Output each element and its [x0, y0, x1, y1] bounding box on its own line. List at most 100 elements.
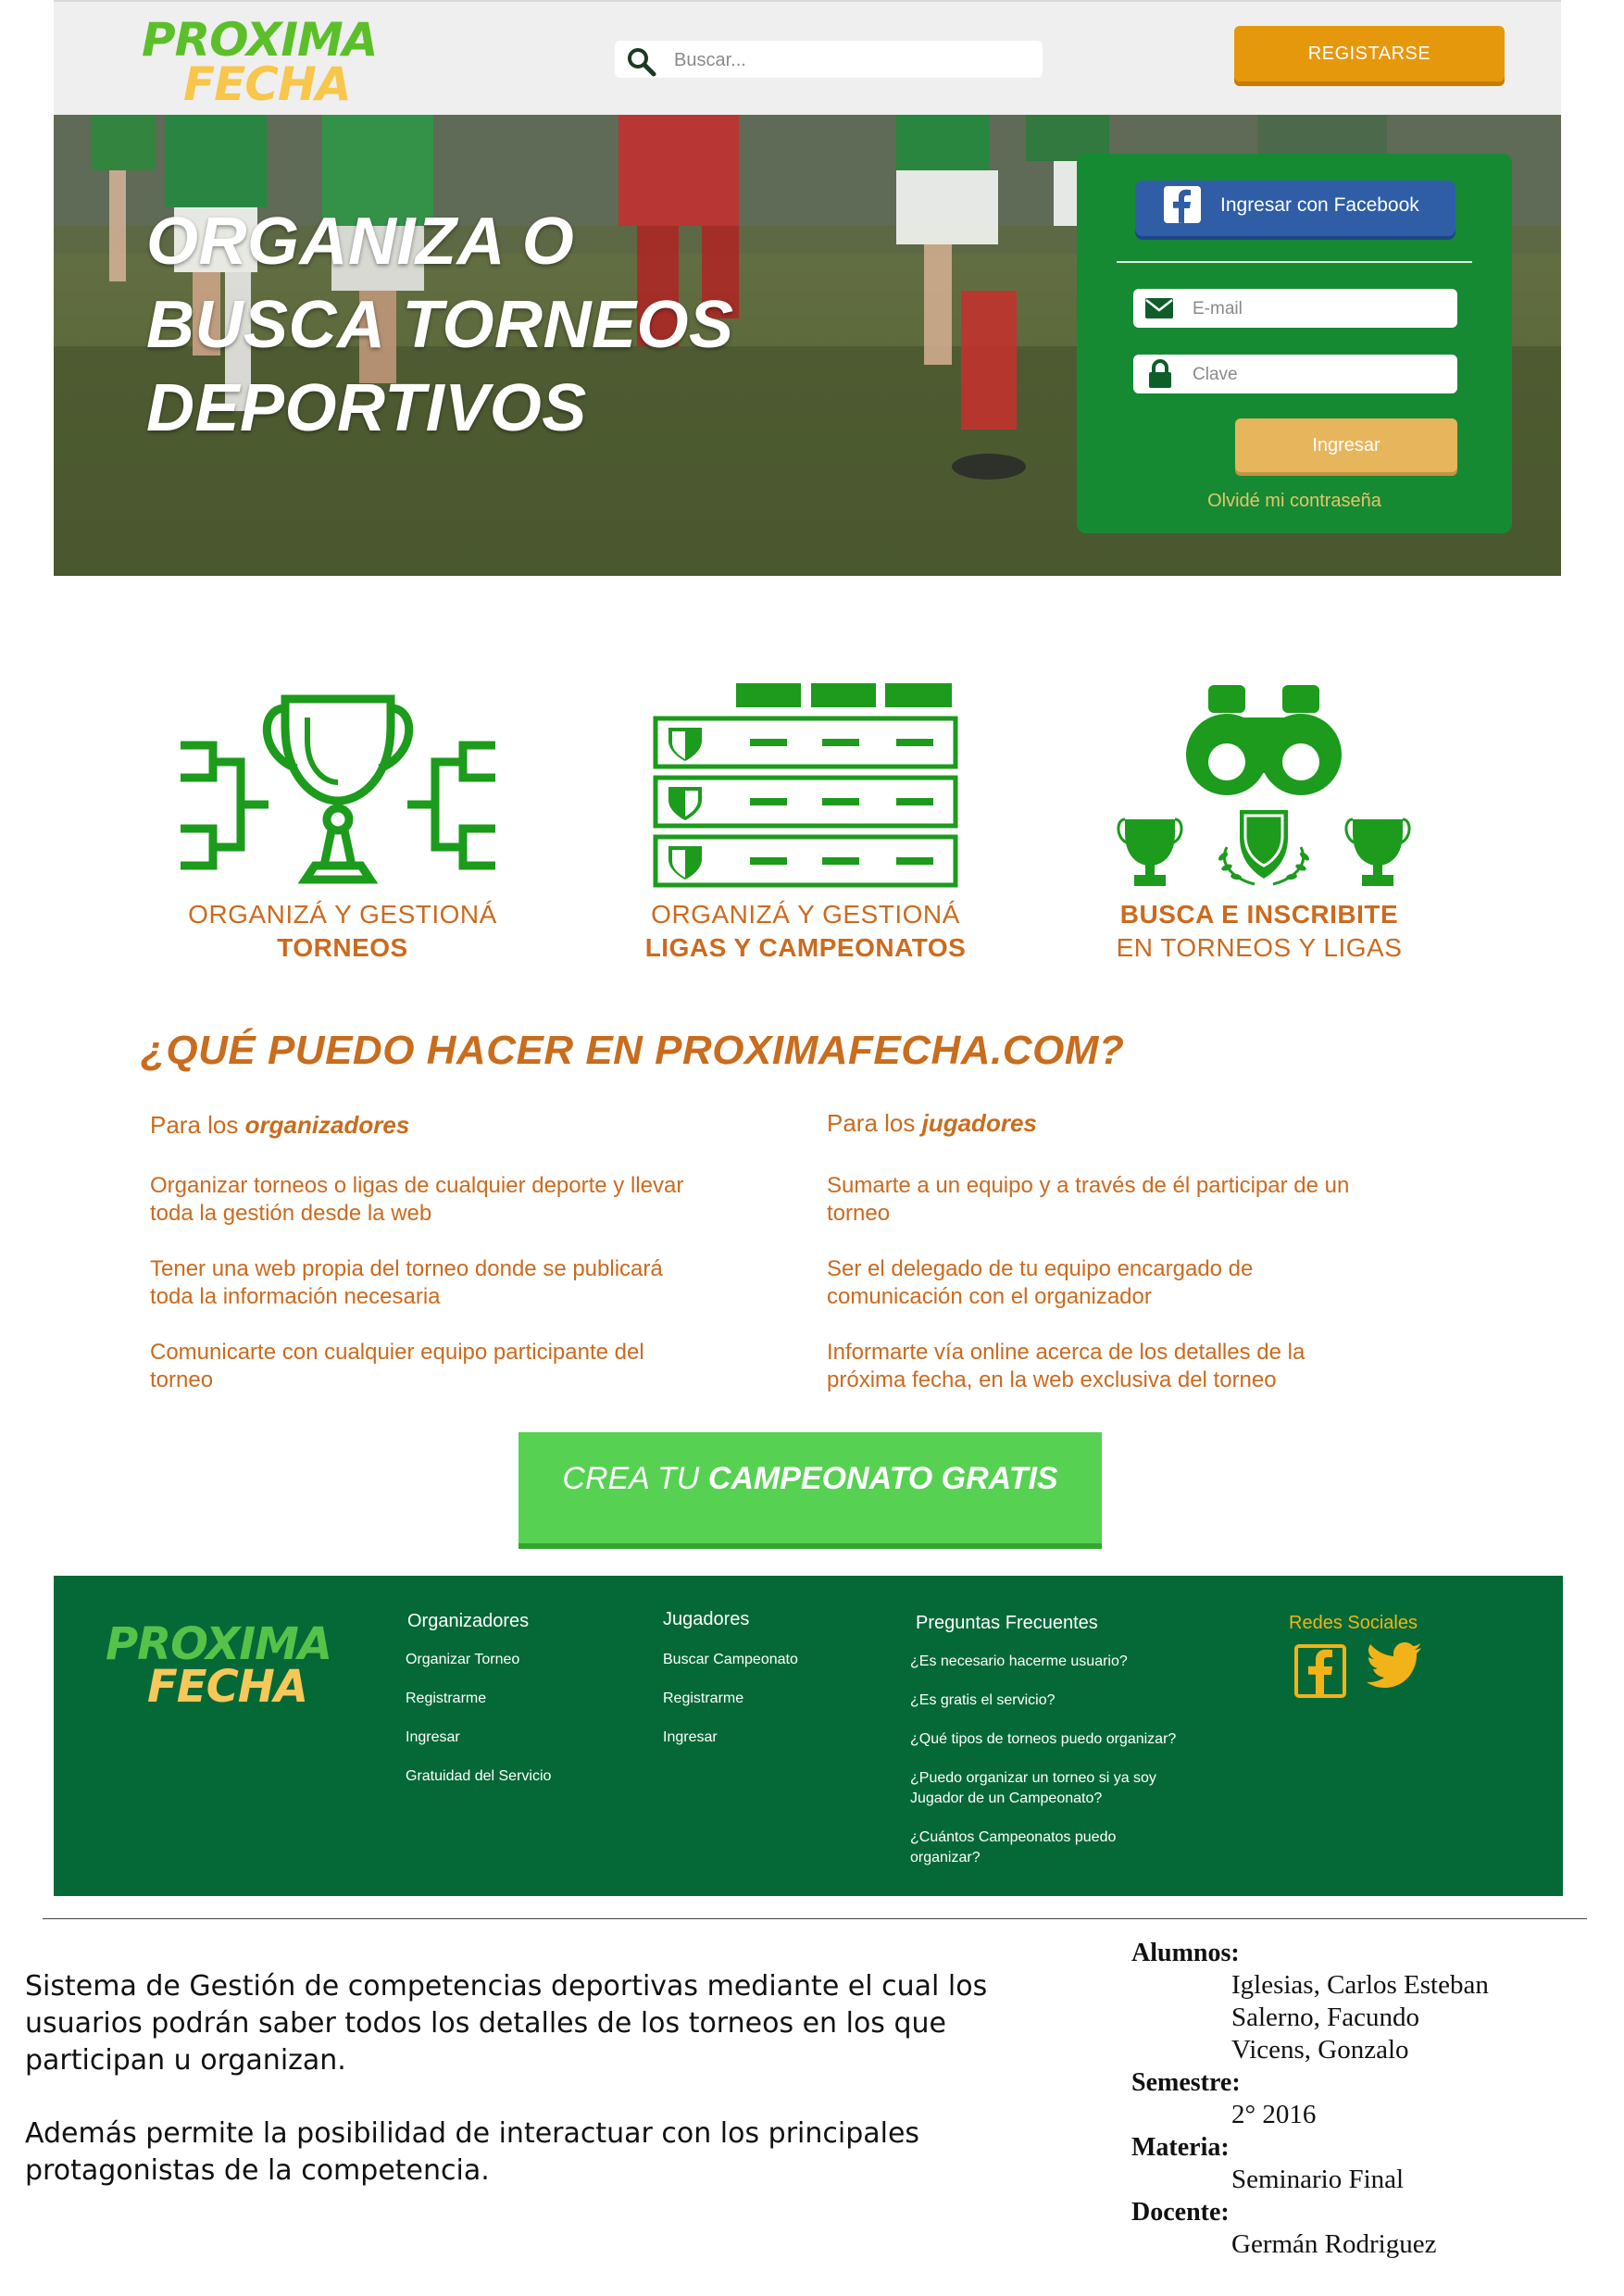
footer-logo[interactable]: PROXIMA FECHA — [106, 1618, 332, 1713]
envelope-icon — [1145, 298, 1173, 318]
footer-link[interactable]: Ingresar — [663, 1728, 718, 1748]
cta-emph: CAMPEONATO GRATIS — [707, 1461, 1058, 1496]
faq-link[interactable]: ¿Cuántos Campeonatos puedo organizar? — [910, 1828, 1116, 1868]
description-line: Además permite la posibilidad de interac… — [25, 2117, 920, 2150]
feature-line: TORNEOS — [277, 933, 408, 962]
facebook-icon[interactable] — [1294, 1644, 1346, 1698]
feature-line: BUSCA E INSCRIBITE — [1119, 900, 1399, 929]
league-table-icon — [653, 683, 958, 888]
item-line: torneo — [150, 1367, 214, 1392]
faq-line: ¿Cuántos Campeonatos puedo — [910, 1829, 1117, 1845]
organizers-item: Tener una web propia del torneo donde se… — [150, 1255, 752, 1311]
logo-line2: FECHA — [183, 57, 352, 111]
register-button[interactable]: REGISTARSE — [1234, 26, 1505, 81]
footer-link[interactable]: Registrarme — [406, 1689, 486, 1709]
facebook-login-label: Ingresar con Facebook — [1220, 194, 1419, 216]
search-icon[interactable] — [626, 46, 657, 78]
feature-search: BUSCA E INSCRIBITE EN TORNEOS Y LIGAS — [1060, 898, 1458, 965]
faq-link[interactable]: ¿Es necesario hacerme usuario? — [910, 1652, 1128, 1672]
item-line: Informarte vía online acerca de los deta… — [827, 1340, 1305, 1365]
item-line: próxima fecha, en la web exclusiva del t… — [827, 1367, 1277, 1392]
faq-line: ¿Es necesario hacerme usuario? — [910, 1653, 1128, 1669]
organizers-title: Para los organizadores — [150, 1111, 409, 1140]
teacher-value: Germán Rodriguez — [1231, 2229, 1437, 2259]
hero-title-line: DEPORTIVOS — [146, 371, 587, 445]
subject-label: Materia: — [1131, 2133, 1230, 2162]
hero-title-line: BUSCA TORNEOS — [146, 288, 734, 362]
description-line: protagonistas de la competencia. — [25, 2154, 490, 2187]
project-description-extra: Además permite la posibilidad de interac… — [25, 2115, 1071, 2190]
faq-link[interactable]: ¿Puedo organizar un torneo si ya soy Jug… — [910, 1768, 1156, 1809]
email-field[interactable] — [1133, 289, 1457, 328]
item-line: toda la gestión desde la web — [150, 1201, 432, 1226]
item-line: Tener una web propia del torneo donde se… — [150, 1256, 663, 1281]
teacher-label: Docente: — [1131, 2198, 1230, 2227]
item-line: Sumarte a un equipo y a través de él par… — [827, 1173, 1350, 1198]
divider — [1117, 261, 1472, 263]
faq-line: ¿Es gratis el servicio? — [910, 1692, 1056, 1708]
semester-value: 2° 2016 — [1231, 2100, 1317, 2129]
description-line: participan u organizan. — [25, 2044, 346, 2077]
faq-link[interactable]: ¿Es gratis el servicio? — [910, 1691, 1056, 1711]
faq-line: ¿Qué tipos de torneos puedo organizar? — [910, 1731, 1177, 1747]
logo[interactable]: PROXIMA FECHA — [142, 13, 378, 111]
hero-title-line: ORGANIZA O — [146, 205, 575, 279]
organizers-item: Organizar torneos o ligas de cualquier d… — [150, 1172, 752, 1228]
project-description: Sistema de Gestión de competencias depor… — [25, 1968, 1071, 2079]
faq-line: organizar? — [910, 1850, 981, 1866]
organizers-prefix: Para los — [150, 1111, 245, 1139]
password-input[interactable] — [1191, 360, 1444, 390]
feature-line: LIGAS Y CAMPEONATOS — [644, 933, 967, 962]
players-prefix: Para los — [827, 1109, 922, 1137]
cta-label[interactable]: CREA TU CAMPEONATO GRATIS — [518, 1461, 1102, 1497]
twitter-icon[interactable] — [1365, 1642, 1422, 1691]
footer-social-title: Redes Sociales — [1289, 1613, 1418, 1633]
faq-line: Jugador de un Campeonato? — [910, 1791, 1103, 1806]
item-line: Organizar torneos o ligas de cualquier d… — [150, 1173, 684, 1198]
feature-leagues: ORGANIZÁ Y GESTIONÁ LIGAS Y CAMPEONATOS — [593, 898, 1018, 965]
feature-line: ORGANIZÁ Y GESTIONÁ — [651, 900, 960, 929]
footer-link[interactable]: Buscar Campeonato — [663, 1650, 798, 1670]
feature-line: EN TORNEOS Y LIGAS — [1116, 933, 1403, 962]
organizers-emph: organizadores — [244, 1111, 410, 1139]
trophy-bracket-icon — [181, 694, 495, 884]
players-item: Ser el delegado de tu equipo encargado d… — [827, 1255, 1429, 1311]
footer-link[interactable]: Organizar Torneo — [406, 1650, 519, 1670]
faq-line: ¿Puedo organizar un torneo si ya soy — [910, 1770, 1156, 1786]
feature-line: ORGANIZÁ Y GESTIONÁ — [188, 900, 497, 929]
email-input[interactable] — [1191, 294, 1444, 324]
logo-line1: PROXIMA — [106, 1618, 332, 1670]
student-name: Vicens, Gonzalo — [1231, 2035, 1409, 2065]
search-input[interactable] — [672, 44, 1028, 76]
login-button[interactable]: Ingresar — [1235, 418, 1457, 472]
password-field[interactable] — [1133, 355, 1457, 393]
faq-link[interactable]: ¿Qué tipos de torneos puedo organizar? — [910, 1729, 1176, 1750]
binoculars-trophies-icon — [1117, 685, 1411, 886]
description-line: Sistema de Gestión de competencias depor… — [25, 1970, 988, 2003]
subject-value: Seminario Final — [1231, 2165, 1405, 2194]
players-title: Para los jugadores — [827, 1109, 1037, 1138]
student-name: Salerno, Facundo — [1231, 2003, 1419, 2032]
item-line: Ser el delegado de tu equipo encargado d… — [827, 1256, 1254, 1281]
footer-players-title: Jugadores — [663, 1609, 750, 1629]
footer-faq-title: Preguntas Frecuentes — [916, 1613, 1098, 1633]
logo-line1: PROXIMA — [142, 13, 378, 67]
semester-label: Semestre: — [1131, 2068, 1241, 2097]
hero-title: ORGANIZA O BUSCA TORNEOS DEPORTIVOS — [146, 200, 794, 450]
facebook-icon — [1164, 186, 1201, 223]
item-line: toda la información necesaria — [150, 1284, 441, 1309]
cta-prefix: CREA TU — [562, 1461, 708, 1496]
item-line: torneo — [827, 1201, 891, 1226]
footer-link[interactable]: Ingresar — [406, 1728, 460, 1748]
players-item: Informarte vía online acerca de los deta… — [827, 1339, 1429, 1394]
players-emph: jugadores — [921, 1109, 1037, 1137]
lock-icon — [1149, 359, 1171, 388]
item-line: Comunicarte con cualquier equipo partici… — [150, 1340, 644, 1365]
divider — [43, 1918, 1587, 1919]
logo-line2: FECHA — [147, 1661, 308, 1713]
forgot-password-link[interactable]: Olvidé mi contraseña — [1077, 491, 1512, 512]
item-line: comunicación con el organizador — [827, 1284, 1152, 1309]
footer-link[interactable]: Gratuidad del Servicio — [406, 1766, 551, 1787]
footer-organizers-title: Organizadores — [407, 1611, 530, 1631]
footer-link[interactable]: Registrarme — [663, 1689, 743, 1709]
